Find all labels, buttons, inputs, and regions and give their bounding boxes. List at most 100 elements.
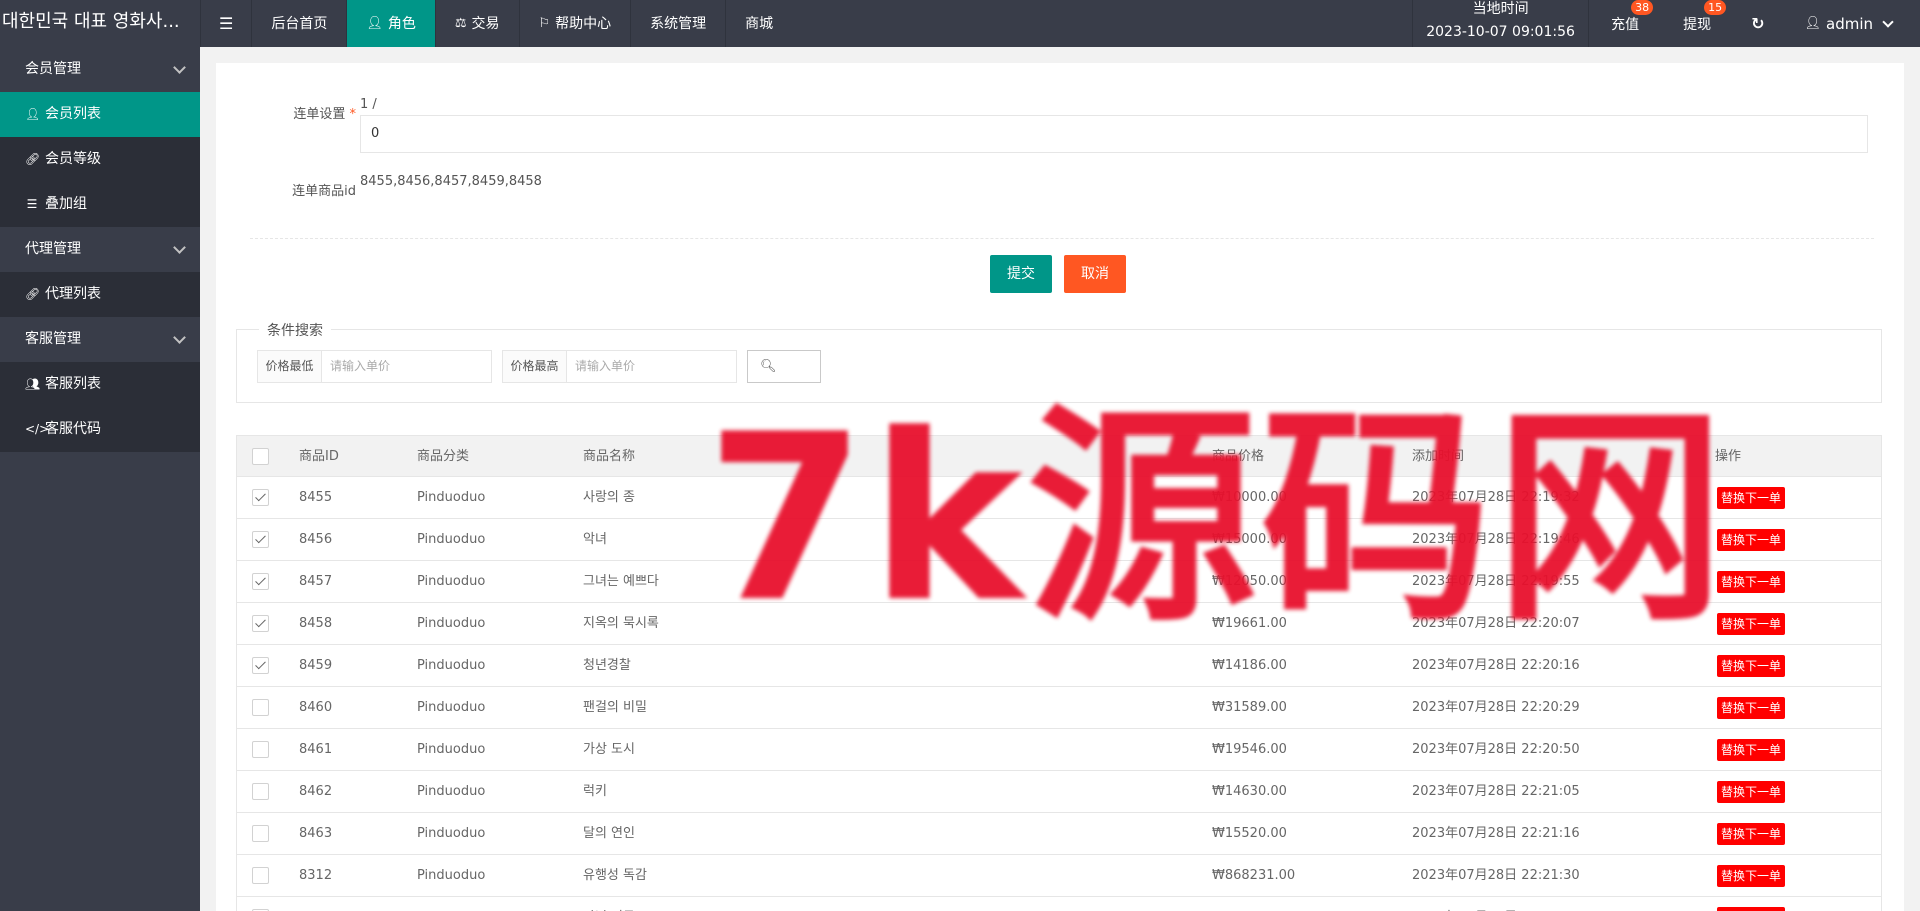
search-icon: 🔍︎	[760, 359, 777, 374]
cell-price: ₩14630.00	[1212, 784, 1287, 799]
sidebar-group-service[interactable]: 客服管理	[0, 317, 200, 362]
table-row: 8312 Pinduoduo 유행성 독감 ₩868231.00 2023年07月28日…	[237, 855, 1881, 897]
cell-goods-id: 8313	[299, 897, 332, 911]
nav-home[interactable]: 后台首页	[251, 0, 346, 47]
cell-price: ₩15520.00	[1212, 826, 1287, 841]
table-row: 8460 Pinduoduo 팬걸의 비밀 ₩31589.00 2023年07月28日 …	[237, 687, 1881, 729]
cell-category: Pinduoduo	[417, 742, 486, 757]
nav-role[interactable]: 👤︎ 角色	[346, 0, 435, 47]
cell-category: Pinduoduo	[417, 490, 486, 505]
sidebar-item-agent-list[interactable]: 🔗︎ 代理列表	[0, 272, 200, 317]
users-icon: 👥︎	[25, 377, 41, 391]
row-checkbox[interactable]	[252, 699, 269, 716]
price-max-label: 价格最高	[503, 351, 567, 382]
cell-category: Pinduoduo	[417, 658, 486, 673]
cell-goods-name: 가상 도시	[583, 742, 635, 757]
withdraw-label: 提现	[1683, 16, 1712, 33]
sidebar-item-service-list[interactable]: 👥︎ 客服列表	[0, 362, 200, 407]
cell-goods-id: 8455	[299, 490, 333, 505]
recharge-button[interactable]: 充值 38	[1589, 0, 1661, 47]
cell-category: Pinduoduo	[417, 826, 486, 841]
price-max-group: 价格最高 请输入单价	[502, 350, 737, 383]
sidebar-item-label: 代理列表	[45, 286, 101, 302]
row-checkbox[interactable]	[252, 657, 269, 674]
cell-goods-name: 달의 연인	[583, 826, 635, 841]
nav-trade[interactable]: ⚖ 交易	[434, 0, 519, 47]
combo-hint: 1 /	[360, 97, 377, 112]
cancel-button[interactable]: 取消	[1064, 255, 1126, 293]
sidebar-item-member-list[interactable]: 👤︎ 会员列表	[0, 92, 200, 137]
row-checkbox[interactable]	[252, 531, 269, 548]
cell-category: Pinduoduo	[417, 574, 486, 589]
form-divider	[250, 238, 1874, 239]
row-checkbox[interactable]	[252, 825, 269, 842]
required-mark: *	[349, 107, 357, 122]
combo-goods-id-label: 连单商品id	[292, 184, 356, 199]
recharge-label: 充值	[1611, 16, 1640, 33]
sidebar-group-label: 代理管理	[25, 241, 81, 257]
sidebar-item-stack-group[interactable]: ☰ 叠加组	[0, 182, 200, 227]
price-max-input[interactable]: 请输入单价	[567, 351, 736, 382]
cell-goods-name: 유행성 독감	[583, 868, 647, 883]
cell-price: ₩19546.00	[1212, 742, 1287, 757]
scale-icon: ⚖	[454, 15, 467, 31]
cell-goods-id: 8458	[299, 616, 333, 631]
row-checkbox[interactable]	[252, 783, 269, 800]
nav-system[interactable]: 系统管理	[630, 0, 725, 47]
nav-home-label: 后台首页	[271, 15, 328, 32]
replace-next-order-button[interactable]: 替换下一单	[1717, 739, 1786, 761]
row-checkbox[interactable]	[252, 867, 269, 884]
row-checkbox[interactable]	[252, 573, 269, 590]
row-checkbox[interactable]	[252, 489, 269, 506]
price-min-input[interactable]: 请输入单价	[322, 351, 491, 382]
replace-next-order-button[interactable]: 替换下一单	[1717, 781, 1786, 803]
cell-category: Pinduoduo	[417, 897, 485, 911]
submit-button[interactable]: 提交	[990, 255, 1052, 293]
cell-category: Pinduoduo	[417, 868, 486, 883]
sidebar-item-member-level[interactable]: 🔗︎ 会员等级	[0, 137, 200, 182]
cell-goods-id: 8456	[299, 532, 333, 547]
search-button[interactable]: 🔍︎	[747, 350, 821, 383]
menu-toggle-button[interactable]: ☰	[200, 0, 251, 47]
cell-added-time: 2023年07月28日 22:21:44	[1412, 897, 1580, 911]
replace-next-order-button[interactable]: 替换下一单	[1717, 907, 1786, 911]
link-icon: 🔗︎	[25, 152, 41, 166]
cell-price: ₩31589.00	[1212, 700, 1287, 715]
cell-goods-name: 청년경찰	[583, 658, 631, 673]
sidebar-group-agents[interactable]: 代理管理	[0, 227, 200, 272]
user-menu[interactable]: 👤︎ admin	[1782, 0, 1920, 47]
nav-system-label: 系统管理	[650, 15, 707, 32]
replace-next-order-button[interactable]: 替换下一单	[1717, 865, 1786, 887]
code-icon: </>	[25, 422, 50, 436]
refresh-button[interactable]: ↻	[1733, 0, 1782, 47]
cell-goods-id: 8462	[299, 784, 333, 799]
cell-goods-id: 8460	[299, 700, 333, 715]
cell-goods-id: 8461	[299, 742, 333, 757]
row-checkbox[interactable]	[252, 615, 269, 632]
local-time-value: 2023-10-07 09:01:56	[1426, 24, 1575, 40]
brand-title[interactable]: 대한민국 대표 영화사...	[0, 0, 200, 47]
replace-next-order-button[interactable]: 替换下一单	[1717, 823, 1786, 845]
nav-help-label: 帮助中心	[555, 15, 612, 32]
combo-setting-input[interactable]: 0	[360, 115, 1868, 153]
row-checkbox[interactable]	[252, 741, 269, 758]
local-time: 当地时间 2023-10-07 09:01:56	[1412, 0, 1590, 47]
sidebar-group-members[interactable]: 会员管理	[0, 47, 200, 92]
replace-next-order-button[interactable]: 替换下一单	[1717, 655, 1786, 677]
withdraw-button[interactable]: 提现 15	[1661, 0, 1733, 47]
hamburger-icon: ☰	[219, 13, 234, 33]
cell-added-time: 2023年07月28日 22:21:16	[1412, 826, 1580, 841]
cell-goods-id: 8457	[299, 574, 333, 589]
cell-goods-name: 악녀	[583, 532, 607, 547]
sidebar-item-service-code[interactable]: </> 客服代码	[0, 407, 200, 452]
replace-next-order-button[interactable]: 替换下一单	[1717, 697, 1786, 719]
combo-setting-label-text: 连单设置	[293, 107, 346, 122]
price-min-label: 价格最低	[258, 351, 322, 382]
select-all-checkbox[interactable]	[252, 448, 269, 465]
cell-goods-name: 사랑의 종	[583, 490, 635, 505]
nav-help[interactable]: ⚐ 帮助中心	[518, 0, 631, 47]
nav-mall[interactable]: 商城	[725, 0, 792, 47]
user-icon: 👤︎	[1804, 16, 1821, 31]
user-icon: 👤︎	[366, 15, 383, 31]
withdraw-badge: 15	[1704, 0, 1727, 15]
